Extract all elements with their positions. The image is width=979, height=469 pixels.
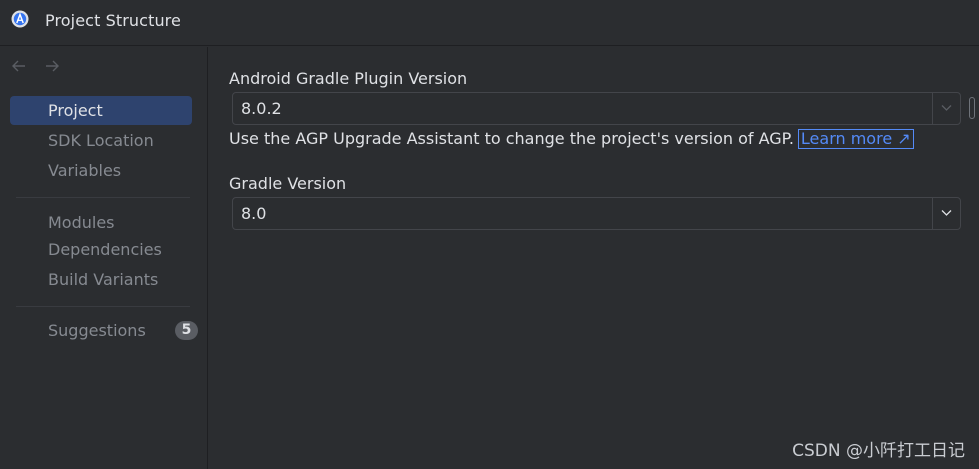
suggestions-count-badge: 5 bbox=[175, 321, 198, 340]
window-title: Project Structure bbox=[45, 11, 181, 30]
sidebar-item-label: Build Variants bbox=[48, 270, 159, 289]
sidebar-item-modules[interactable]: Modules bbox=[10, 208, 192, 237]
sidebar-item-label: Suggestions bbox=[48, 321, 146, 340]
arrow-left-icon[interactable] bbox=[10, 57, 28, 75]
gradle-version-combobox[interactable]: 8.0 bbox=[232, 197, 961, 230]
title-bar: Project Structure bbox=[0, 0, 979, 46]
watermark: CSDN @小阡打工日记 bbox=[792, 441, 965, 461]
gradle-version-label: Gradle Version bbox=[229, 174, 347, 193]
gradle-version-value: 8.0 bbox=[241, 204, 267, 223]
gradle-version-dropdown-button[interactable] bbox=[932, 198, 960, 229]
chevron-down-icon bbox=[941, 105, 952, 111]
sidebar-item-label: Modules bbox=[48, 213, 115, 232]
sidebar-item-suggestions[interactable]: Suggestions bbox=[10, 316, 192, 345]
agp-version-dropdown-button[interactable] bbox=[932, 93, 960, 124]
sidebar-item-label: Variables bbox=[48, 161, 122, 180]
agp-version-value: 8.0.2 bbox=[241, 99, 282, 118]
sidebar: Project SDK Location Variables Modules D… bbox=[0, 47, 207, 469]
scroll-handle[interactable] bbox=[969, 97, 975, 119]
chevron-down-icon bbox=[941, 210, 952, 216]
sidebar-item-variables[interactable]: Variables bbox=[10, 156, 192, 185]
sidebar-item-build-variants[interactable]: Build Variants bbox=[10, 265, 192, 294]
sidebar-divider bbox=[16, 306, 190, 307]
sidebar-item-label: Dependencies bbox=[48, 240, 162, 259]
android-studio-icon bbox=[11, 10, 29, 28]
sidebar-divider bbox=[16, 197, 190, 198]
main-panel: Android Gradle Plugin Version 8.0.2 Use … bbox=[208, 47, 979, 469]
sidebar-item-sdk-location[interactable]: SDK Location bbox=[10, 126, 192, 155]
agp-version-combobox[interactable]: 8.0.2 bbox=[232, 92, 961, 125]
agp-version-label: Android Gradle Plugin Version bbox=[229, 69, 468, 88]
agp-upgrade-hint: Use the AGP Upgrade Assistant to change … bbox=[229, 129, 914, 149]
sidebar-item-label: Project bbox=[48, 101, 103, 120]
sidebar-item-project[interactable]: Project bbox=[10, 96, 192, 125]
agp-upgrade-hint-text: Use the AGP Upgrade Assistant to change … bbox=[229, 129, 794, 148]
arrow-right-icon[interactable] bbox=[43, 57, 61, 75]
sidebar-item-label: SDK Location bbox=[48, 131, 154, 150]
sidebar-item-dependencies[interactable]: Dependencies bbox=[10, 235, 192, 264]
learn-more-link[interactable]: Learn more ↗ bbox=[797, 129, 914, 149]
